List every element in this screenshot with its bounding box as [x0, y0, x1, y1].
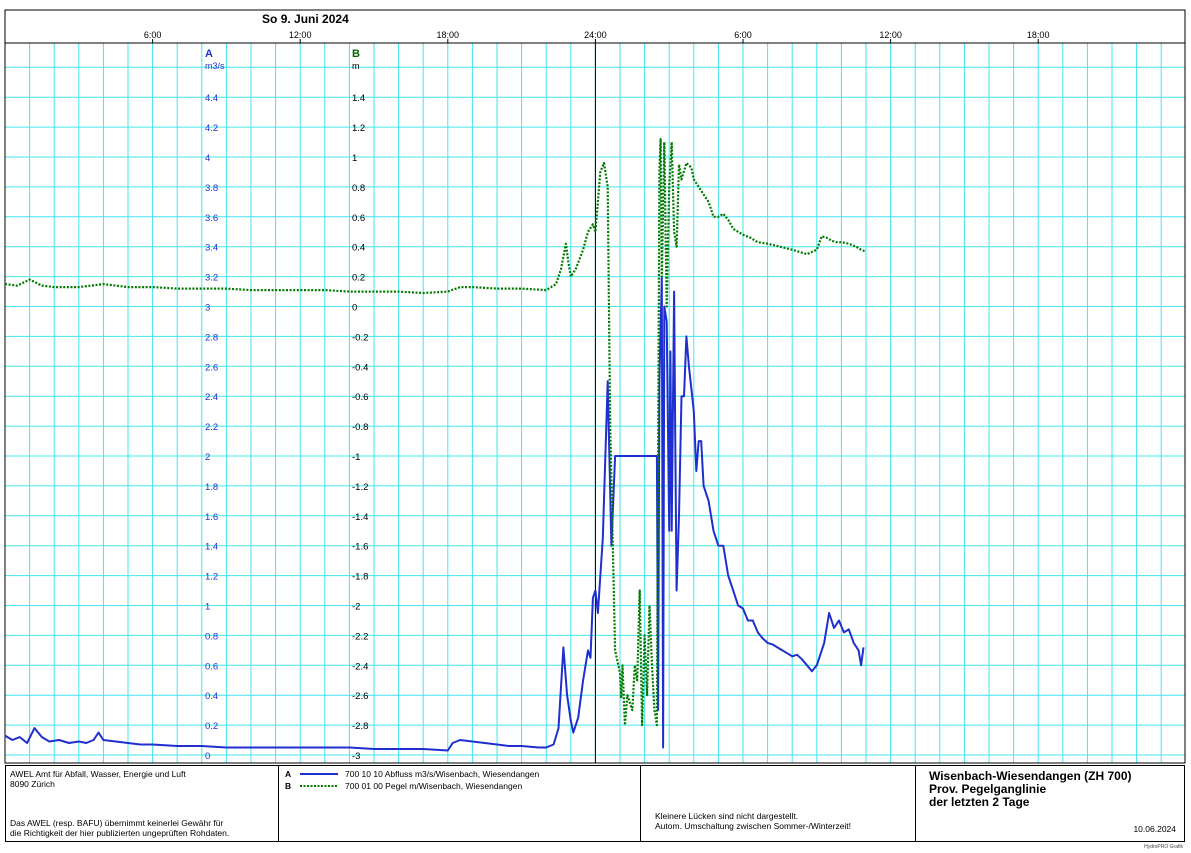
axis-b-tick: 0.8: [352, 183, 365, 194]
axis-b-tick: -1: [352, 452, 360, 463]
axis-a-tick: 0.6: [205, 661, 218, 672]
axis-a-tick: 1.4: [205, 542, 218, 553]
legend-key-b: B: [285, 781, 292, 791]
software-credit: HydroPRO Grafik: [1144, 844, 1183, 850]
axis-a-tick: 3.2: [205, 273, 218, 284]
x-tick-label: 6:00: [734, 30, 752, 40]
hydrograph-chart: So 9. Juni 2024Mo 10. Juni 20246:0012:00…: [4, 9, 1186, 764]
disclaimer-line1: Das AWEL (resp. BAFU) übernimmt keinerle…: [10, 818, 224, 828]
axis-b-tick: -2.4: [352, 661, 368, 672]
x-tick-label: 6:00: [144, 30, 162, 40]
axis-b-tick: 0.4: [352, 243, 365, 254]
series-b-line: [4, 138, 866, 727]
axis-b-tick: -0.4: [352, 362, 368, 373]
axis-a-tick: 1.8: [205, 482, 218, 493]
series-a-line: [4, 275, 865, 752]
axis-b-tick: -1.6: [352, 542, 368, 553]
chart-footer: AWEL Amt für Abfall, Wasser, Energie und…: [5, 765, 1185, 842]
legend-text-a: 700 10 10 Abfluss m3/s/Wisenbach, Wiesen…: [345, 769, 540, 779]
axis-a-tick: 2.2: [205, 422, 218, 433]
axis-a-tick: 3.4: [205, 243, 218, 254]
note-line1: Kleinere Lücken sind nicht dargestellt.: [655, 811, 799, 821]
axis-b-tick: -2.6: [352, 691, 368, 702]
axis-a-tick: 0.4: [205, 691, 218, 702]
axis-a-title: A: [205, 48, 213, 60]
org-name: AWEL Amt für Abfall, Wasser, Energie und…: [10, 769, 186, 779]
axis-a-tick: 2.8: [205, 332, 218, 343]
axis-a-tick: 0: [205, 751, 210, 762]
axis-a-tick: 2: [205, 452, 210, 463]
axis-b-tick: 1.2: [352, 123, 365, 134]
axis-b-tick: -1.2: [352, 482, 368, 493]
axis-b-tick: -0.8: [352, 422, 368, 433]
footer-org-cell: AWEL Amt für Abfall, Wasser, Energie und…: [6, 766, 279, 841]
footer-title-cell: Wisenbach-Wiesendangen (ZH 700) Prov. Pe…: [916, 766, 1184, 841]
axis-a-tick: 2.6: [205, 362, 218, 373]
axis-b-title: B: [352, 48, 360, 60]
axis-b-tick: -2.2: [352, 631, 368, 642]
footer-note-cell: Kleinere Lücken sind nicht dargestellt. …: [641, 766, 916, 841]
axis-a-tick: 4.4: [205, 93, 218, 104]
axis-a-tick: 3.6: [205, 213, 218, 224]
axis-a-tick: 3: [205, 303, 210, 314]
axis-a-tick: 1.2: [205, 572, 218, 583]
axis-a-tick: 3.8: [205, 183, 218, 194]
axis-a-unit: m3/s: [205, 61, 225, 71]
axis-a-tick: 1.6: [205, 512, 218, 523]
axis-b-tick: 0.6: [352, 213, 365, 224]
axis-a-tick: 0.8: [205, 631, 218, 642]
axis-b-tick: -1.4: [352, 512, 368, 523]
axis-b-tick: 0: [352, 303, 357, 314]
axis-b-tick: -2.8: [352, 721, 368, 732]
axis-b-tick: 1.4: [352, 93, 365, 104]
chart-period: der letzten 2 Tage: [929, 795, 1030, 809]
axis-a-tick: 4: [205, 153, 210, 164]
axis-b-tick: -0.2: [352, 332, 368, 343]
x-tick-label: 12:00: [879, 30, 902, 40]
legend-line-a: [300, 773, 338, 775]
axis-a-tick: 4.2: [205, 123, 218, 134]
axis-b-tick: -0.6: [352, 392, 368, 403]
disclaimer-line2: die Richtigkeit der hier publizierten un…: [10, 828, 230, 838]
axis-b-tick: -3: [352, 751, 360, 762]
x-tick-label: 18:00: [437, 30, 460, 40]
footer-legend-cell: A 700 10 10 Abfluss m3/s/Wisenbach, Wies…: [279, 766, 641, 841]
chart-date: 10.06.2024: [1133, 824, 1176, 834]
axis-a-tick: 1: [205, 602, 210, 613]
axis-b-tick: -1.8: [352, 572, 368, 583]
axis-b-unit: m: [352, 61, 360, 71]
axis-b-tick: 0.2: [352, 273, 365, 284]
axis-a-tick: 2.4: [205, 392, 218, 403]
date-header: So 9. Juni 2024: [262, 12, 349, 26]
legend-text-b: 700 01 00 Pegel m/Wisenbach, Wiesendange…: [345, 781, 523, 791]
x-tick-label: 12:00: [289, 30, 312, 40]
x-tick-label: 18:00: [1027, 30, 1050, 40]
axis-a-tick: 0.2: [205, 721, 218, 732]
axis-b-tick: -2: [352, 602, 360, 613]
x-tick-label: 24:00: [584, 30, 607, 40]
org-address: 8090 Zürich: [10, 779, 55, 789]
legend-key-a: A: [285, 769, 292, 779]
note-line2: Autom. Umschaltung zwischen Sommer-/Wint…: [655, 821, 852, 831]
legend-line-b: [300, 785, 338, 787]
axis-b-tick: 1: [352, 153, 357, 164]
